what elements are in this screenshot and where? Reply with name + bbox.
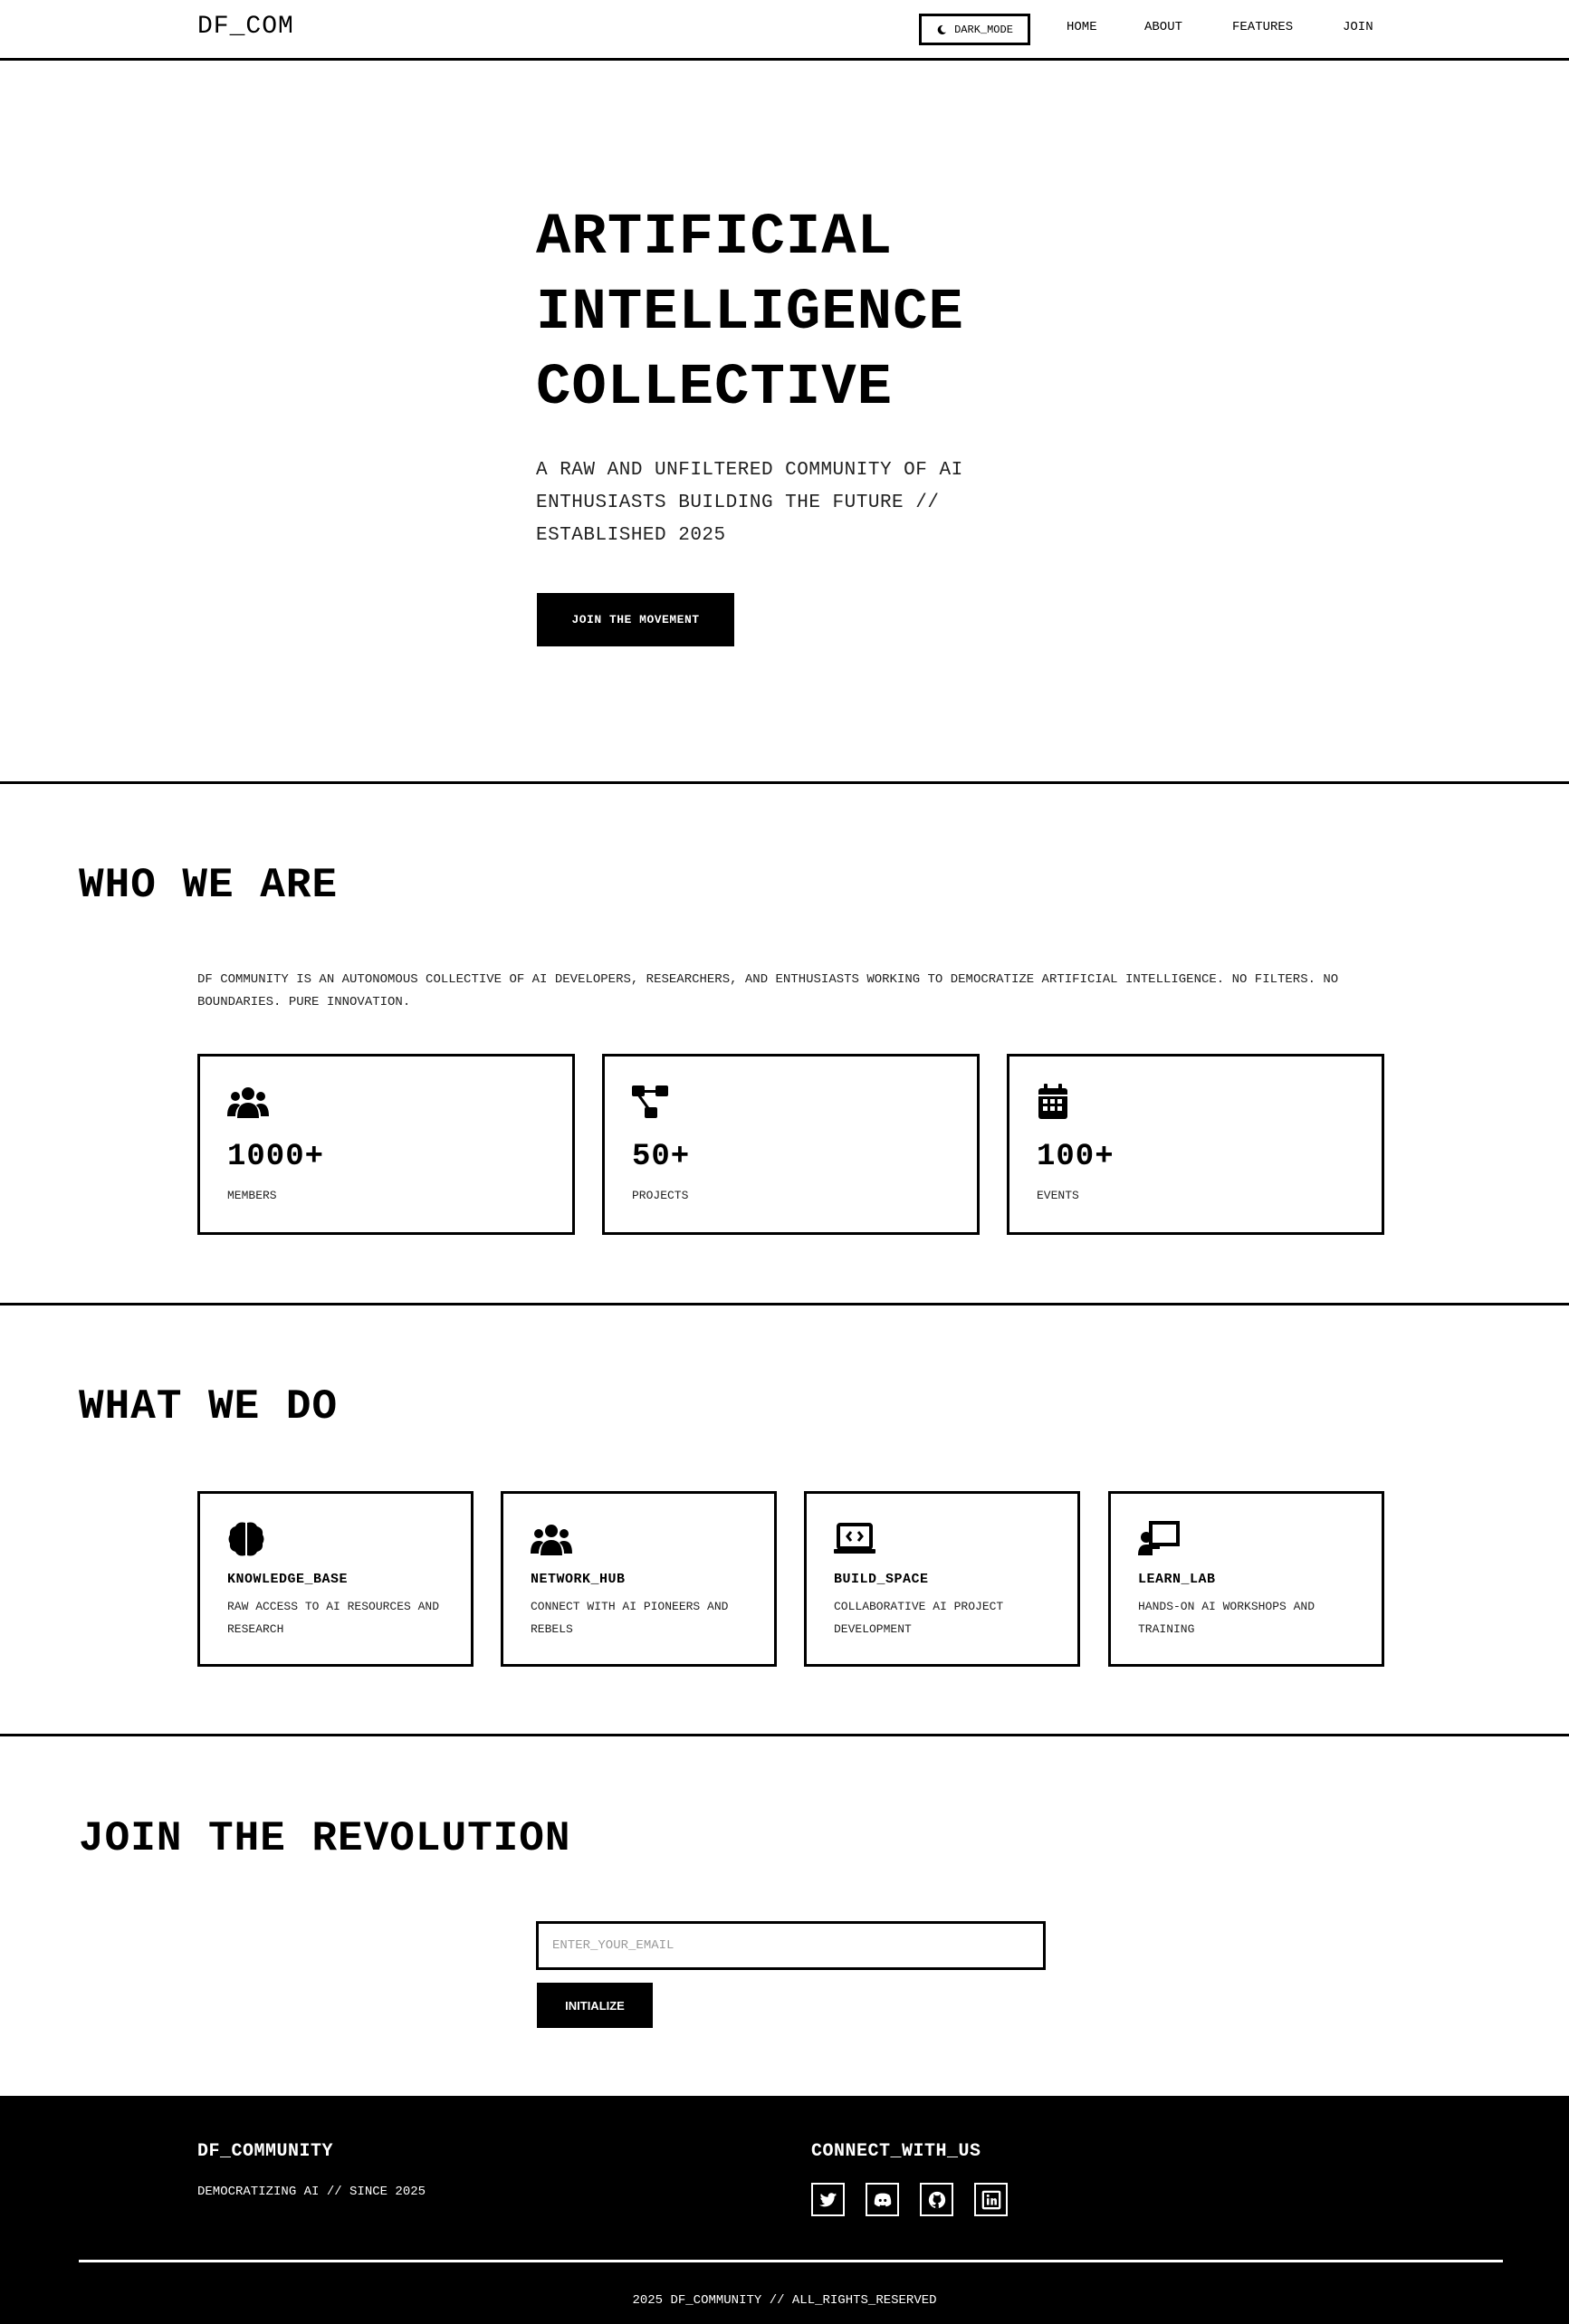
hero-title-line: INTELLIGENCE — [536, 281, 964, 346]
stat-card-events: 100+ EVENTS — [1007, 1054, 1384, 1235]
laptop-code-icon — [834, 1523, 875, 1554]
hero-title-line: ARTIFICIAL — [536, 206, 894, 271]
site-logo[interactable]: DF_COM — [197, 13, 294, 41]
feature-card-learn-lab: LEARN_LAB HANDS-ON AI WORKSHOPS AND TRAI… — [1108, 1491, 1384, 1667]
footer-connect-title: CONNECT_WITH_US — [811, 2141, 981, 2162]
hero-title-line: COLLECTIVE — [536, 356, 894, 421]
section-divider — [0, 1734, 1569, 1736]
about-text: DF COMMUNITY IS AN AUTONOMOUS COLLECTIVE… — [197, 972, 1339, 1009]
stat-label: PROJECTS — [632, 1189, 689, 1202]
calendar-icon — [1038, 1084, 1067, 1119]
dark-mode-label: DARK_MODE — [954, 23, 1013, 36]
discord-icon — [874, 2193, 891, 2206]
stat-label: MEMBERS — [227, 1189, 277, 1202]
feature-desc: COLLABORATIVE AI PROJECT DEVELOPMENT — [834, 1600, 1004, 1636]
stat-label: EVENTS — [1037, 1189, 1079, 1202]
brain-icon — [228, 1522, 264, 1556]
email-input[interactable] — [536, 1921, 1046, 1970]
feature-title: LEARN_LAB — [1138, 1572, 1216, 1587]
feature-title: NETWORK_HUB — [531, 1572, 626, 1587]
feature-card-network-hub: NETWORK_HUB CONNECT WITH AI PIONEERS AND… — [501, 1491, 777, 1667]
feature-desc: HANDS-ON AI WORKSHOPS AND TRAINING — [1138, 1600, 1315, 1636]
linkedin-icon — [981, 2190, 1000, 2209]
about-title: WHO WE ARE — [79, 862, 339, 909]
github-link[interactable] — [920, 2183, 953, 2216]
linkedin-link[interactable] — [974, 2183, 1008, 2216]
feature-card-knowledge-base: KNOWLEDGE_BASE RAW ACCESS TO AI RESOURCE… — [197, 1491, 474, 1667]
section-divider — [0, 1303, 1569, 1305]
hero-title: ARTIFICIAL INTELLIGENCE COLLECTIVE — [536, 201, 1170, 426]
feature-desc: RAW ACCESS TO AI RESOURCES AND RESEARCH — [227, 1600, 440, 1636]
join-movement-button[interactable]: JOIN THE MOVEMENT — [537, 593, 734, 646]
feature-title: BUILD_SPACE — [834, 1572, 929, 1587]
nav-link-features[interactable]: FEATURES — [1232, 20, 1293, 34]
users-icon — [227, 1087, 269, 1118]
stat-card-projects: 50+ PROJECTS — [602, 1054, 980, 1235]
footer-brand: DF_COMMUNITY — [197, 2141, 334, 2162]
initialize-button[interactable]: INITIALIZE — [537, 1983, 653, 2028]
chalkboard-teacher-icon — [1138, 1521, 1180, 1555]
footer: DF_COMMUNITY DEMOCRATIZING AI // SINCE 2… — [0, 2096, 1569, 2324]
stat-value: 50+ — [632, 1140, 691, 1174]
dark-mode-toggle[interactable]: DARK_MODE — [919, 14, 1030, 45]
stat-value: 1000+ — [227, 1140, 325, 1174]
feature-card-build-space: BUILD_SPACE COLLABORATIVE AI PROJECT DEV… — [804, 1491, 1080, 1667]
hero-subtitle: A RAW AND UNFILTERED COMMUNITY OF AI ENT… — [536, 460, 963, 546]
nav-link-join[interactable]: JOIN — [1343, 20, 1373, 34]
footer-tagline: DEMOCRATIZING AI // SINCE 2025 — [197, 2185, 426, 2199]
nav-link-home[interactable]: HOME — [1067, 20, 1097, 34]
discord-link[interactable] — [866, 2183, 899, 2216]
stat-value: 100+ — [1037, 1140, 1115, 1174]
project-diagram-icon — [632, 1085, 668, 1118]
top-nav: DF_COM DARK_MODE HOME ABOUT FEATURES JOI… — [0, 0, 1569, 61]
twitter-link[interactable] — [811, 2183, 845, 2216]
stat-card-members: 1000+ MEMBERS — [197, 1054, 575, 1235]
twitter-icon — [818, 2192, 837, 2206]
github-icon — [928, 2191, 945, 2208]
join-title: JOIN THE REVOLUTION — [79, 1815, 571, 1862]
feature-title: KNOWLEDGE_BASE — [227, 1572, 349, 1587]
users-icon — [531, 1525, 572, 1555]
moon-icon — [937, 24, 947, 34]
feature-desc: CONNECT WITH AI PIONEERS AND REBELS — [531, 1600, 729, 1636]
nav-link-about[interactable]: ABOUT — [1144, 20, 1182, 34]
features-title: WHAT WE DO — [79, 1383, 339, 1430]
copyright-text: 2025 DF_COMMUNITY // ALL_RIGHTS_RESERVED — [632, 2293, 937, 2308]
section-divider — [0, 781, 1569, 784]
footer-divider — [79, 2260, 1503, 2262]
